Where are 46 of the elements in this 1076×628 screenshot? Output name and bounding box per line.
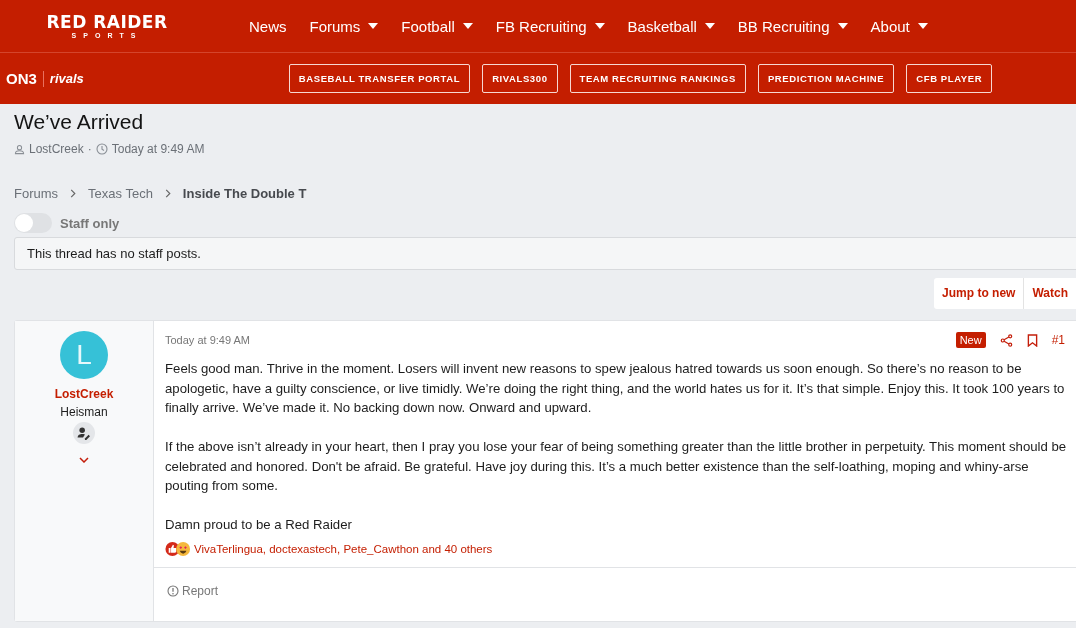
- on3-logo[interactable]: ON3: [6, 70, 37, 87]
- share-icon[interactable]: [999, 333, 1013, 347]
- nav-link[interactable]: Basketball: [627, 17, 715, 35]
- reactions-link[interactable]: VivaTerlingua, doctexastech, Pete_Cawthon and 40 others: [194, 542, 493, 555]
- user-title: Heisman: [60, 405, 108, 419]
- thread-action-button[interactable]: Jump to new: [934, 278, 1024, 309]
- breadcrumb-link[interactable]: Inside The Double T: [182, 186, 307, 201]
- reaction-icons[interactable]: [165, 540, 191, 557]
- post-paragraph: Damn proud to be a Red Raider: [165, 516, 353, 534]
- toggle-label: Staff only: [60, 215, 120, 231]
- user-edit-icon: [73, 422, 95, 444]
- new-badge: New: [955, 332, 986, 348]
- chevron-right-icon: [70, 189, 77, 198]
- promo-link-button[interactable]: BASEBALL TRANSFER PORTAL: [288, 64, 471, 93]
- promo-link-button[interactable]: RIVALS300: [482, 64, 558, 93]
- breadcrumb-link[interactable]: Forums: [14, 186, 59, 201]
- thread-action-button[interactable]: Watch: [1023, 278, 1076, 309]
- nav-link[interactable]: News: [249, 17, 287, 35]
- breadcrumb-link[interactable]: Texas Tech: [88, 186, 153, 201]
- post-paragraph: If the above isn’t already in your heart, then I pray you lose your fear of being something greater than the little brother in perpetuity. This moment should be celebrated and honored. Don't be afraid. Be grateful. Have joy during this. It’s a much better existence than the self-loathing, moping and whiny-arse pouting from some.: [165, 438, 1068, 495]
- username-link[interactable]: LostCreek: [54, 387, 114, 401]
- notice-box: This thread has no staff posts.: [14, 237, 1076, 270]
- promo-link-button[interactable]: PREDICTION MACHINE: [757, 64, 895, 93]
- nav-link[interactable]: About: [870, 17, 928, 35]
- report-link[interactable]: Report: [167, 583, 219, 598]
- promo-link-button[interactable]: TEAM RECRUITING RANKINGS: [569, 64, 746, 93]
- alert-icon: [167, 584, 179, 597]
- clock-icon: [95, 143, 108, 155]
- chevron-right-icon: [164, 189, 171, 198]
- nav-link[interactable]: Forums: [309, 17, 379, 35]
- promo-link-button[interactable]: CFB PLAYER: [906, 64, 993, 93]
- nav-link[interactable]: FB Recruiting: [495, 17, 605, 35]
- toggle-switch[interactable]: [14, 213, 52, 233]
- user-icon: [14, 143, 25, 155]
- post-paragraph: Feels good man. Thrive in the moment. Losers will invent new reasons to spew jealous hatred towards us soon enough. So there’s no reason to be apologetic, have a guilty conscience, or live timidly. We’re doing the right thing, and the world hates us for it. It’s that simple. Enjoy this. It took 100 years to finally arrive. We’ve made it. No backing down now. Onward and upward.: [165, 360, 1066, 417]
- nav-link[interactable]: BB Recruiting: [737, 17, 848, 35]
- post-number-link[interactable]: #1: [1051, 333, 1065, 347]
- author-link[interactable]: LostCreek: [29, 142, 84, 156]
- thread-title: We’ve Arrived: [14, 110, 145, 134]
- thread-time: Today at 9:49 AM: [111, 142, 205, 156]
- meta-separator: ·: [87, 142, 92, 156]
- expand-chevron-icon[interactable]: [79, 457, 89, 463]
- nav-link[interactable]: Football: [401, 17, 473, 35]
- rivals-logo[interactable]: rivals: [49, 71, 84, 86]
- post-time[interactable]: Today at 9:49 AM: [165, 334, 250, 346]
- bookmark-icon[interactable]: [1026, 333, 1038, 347]
